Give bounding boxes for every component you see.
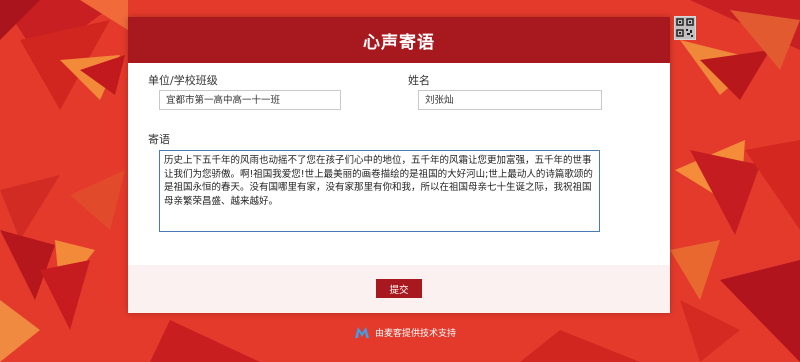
unit-input[interactable]: 宜都市第一高中高一十一班: [159, 90, 341, 110]
form-header: 心声寄语: [128, 17, 670, 63]
tech-support: 由麦客提供技术支持: [355, 326, 456, 339]
support-text[interactable]: 由麦客提供技术支持: [375, 326, 456, 339]
name-input[interactable]: 刘张灿: [418, 90, 602, 110]
form-card: 心声寄语 单位/学校班级 宜都市第一高中高一十一班 姓名 刘张灿 寄语 历史上下…: [128, 17, 670, 313]
message-label: 寄语: [148, 133, 170, 146]
submit-button[interactable]: 提交: [376, 279, 422, 298]
name-label: 姓名: [408, 74, 430, 87]
unit-label: 单位/学校班级: [148, 74, 218, 87]
form-title: 心声寄语: [363, 32, 435, 53]
qr-code-graphic: [676, 18, 694, 37]
qr-code-icon[interactable]: [674, 16, 696, 40]
maike-logo-icon: [355, 327, 369, 338]
message-textarea[interactable]: 历史上下五千年的风雨也动摇不了您在孩子们心中的地位，五千年的风霜让您更加富强，五…: [159, 150, 600, 232]
